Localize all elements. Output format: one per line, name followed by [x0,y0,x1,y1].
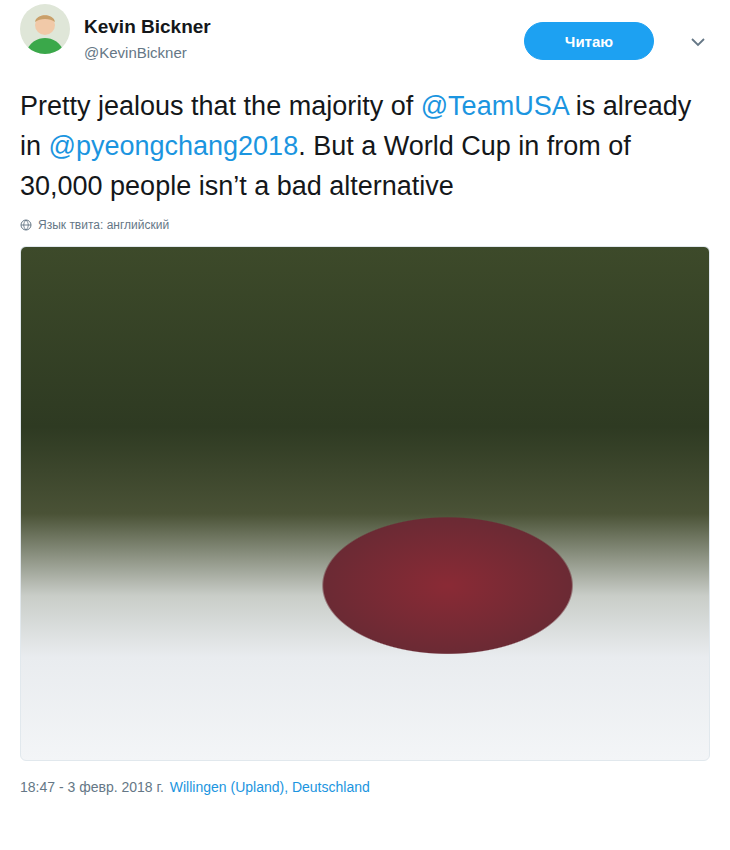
tweet-text-segment: Pretty jealous that the majority of [20,91,421,121]
mention-link[interactable]: @pyeongchang2018 [49,131,299,161]
mention-link[interactable]: @TeamUSA [421,91,568,121]
timestamp[interactable]: 18:47 - 3 февр. 2018 г. [20,779,164,795]
tweet-header: Kevin Bickner @KevinBickner Читаю [20,4,710,68]
language-note: Язык твита: английский [20,218,710,232]
globe-icon [20,219,32,231]
chevron-down-icon[interactable] [690,34,706,50]
location-link[interactable]: Willingen (Upland), Deutschland [170,779,370,795]
follow-button[interactable]: Читаю [524,22,654,60]
author-handle[interactable]: @KevinBickner [84,44,510,61]
tweet-footer: 18:47 - 3 февр. 2018 г. Willingen (Upland… [20,779,710,795]
author-name[interactable]: Kevin Bickner [84,16,510,38]
tweet-photo[interactable] [20,246,710,761]
author-info: Kevin Bickner @KevinBickner [84,4,510,61]
tweet-text: Pretty jealous that the majority of @Tea… [20,86,710,206]
avatar-icon[interactable] [20,4,70,54]
tweet-card: Kevin Bickner @KevinBickner Читаю Pretty je… [0,0,730,850]
